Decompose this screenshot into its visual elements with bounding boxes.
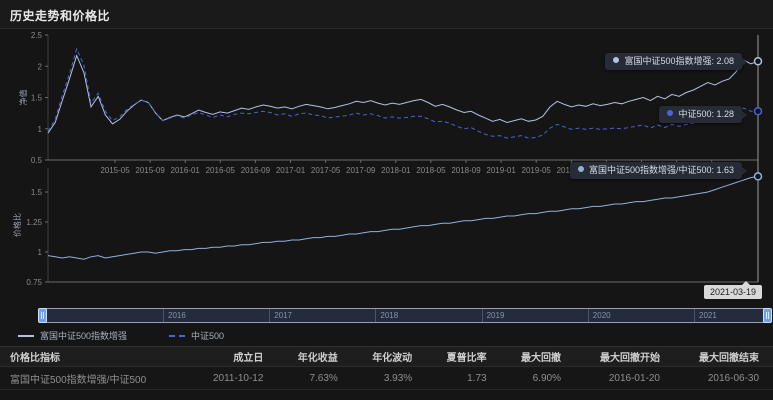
x-tick-label: 2018-01 [381,166,411,175]
table-header-row: 价格比指标 成立日 年化收益 年化波动 夏普比率 最大回撤 最大回撤开始 最大回… [0,346,773,367]
slider-right-handle-icon[interactable] [763,308,772,323]
series-end-marker-icon [755,58,762,65]
series-end-marker-icon [755,108,762,115]
x-tick-label: 2015-05 [100,166,130,175]
y-tick-label: 1.25 [26,218,42,227]
col-header-sharpe: 夏普比率 [416,349,490,364]
date-range-slider[interactable]: 2016 2017 2018 2019 2020 2021 [42,308,768,323]
x-tick-label: 2017-09 [346,166,376,175]
y-axis-title: 净值 [18,90,28,106]
series-line [48,176,758,259]
cell-annual-vol: 3.93% [342,373,416,384]
x-tick-label: 2017-05 [311,166,341,175]
legend-item-benchmark[interactable]: 中证500 [169,329,224,342]
y-tick-label: 1 [38,248,43,257]
ratio-statistics-table: 价格比指标 成立日 年化收益 年化波动 夏普比率 最大回撤 最大回撤开始 最大回… [0,346,773,390]
y-tick-label: 2 [38,62,43,71]
tooltip-fund-text: 富国中证500指数增强: 2.08 [624,56,734,66]
x-tick-label: 2018-09 [451,166,481,175]
x-tick-label: 2016-01 [171,166,201,175]
x-tick-label: 2019-05 [522,166,552,175]
col-header-max-drawdown: 最大回撤 [491,349,565,364]
tooltip-benchmark-text: 中证500: 1.28 [678,109,734,119]
col-header-inception: 成立日 [193,349,267,364]
y-tick-label: 0.75 [26,278,42,287]
dashed-line-swatch-icon [169,335,185,337]
col-header-drawdown-start: 最大回撤开始 [565,349,664,364]
y-tick-label: 1.5 [31,94,43,103]
slider-mark-2020: 2020 [588,309,611,322]
x-tick-label: 2015-09 [135,166,165,175]
cell-max-drawdown: 6.90% [491,373,565,384]
tooltip-ratio-value: 富国中证500指数增强/中证500: 1.63 [570,162,742,179]
cell-drawdown-end: 2016-06-30 [664,373,763,384]
legend-benchmark-label: 中证500 [191,329,224,342]
y-tick-label: 1 [38,125,43,134]
y-tick-label: 2.5 [31,31,43,40]
fund-analysis-panel: 历史走势和价格比 2.521.510.52015-052015-092016-0… [0,0,773,400]
x-tick-label: 2016-05 [206,166,236,175]
y-tick-label: 0.5 [31,156,43,165]
cell-sharpe: 1.73 [416,373,490,384]
col-header-indicator: 价格比指标 [10,349,193,364]
y-axis-title: 价格比 [12,213,22,237]
tooltip-fund-value: 富国中证500指数增强: 2.08 [605,53,742,70]
tooltip-axis-date: 2021-03-19 [704,285,762,299]
solid-line-swatch-icon [18,335,34,337]
legend-item-fund[interactable]: 富国中证500指数增强 [18,329,127,342]
slider-mark-2021: 2021 [694,309,717,322]
tooltip-ratio-text: 富国中证500指数增强/中证500: 1.63 [589,165,734,175]
cell-indicator: 富国中证500指数增强/中证500 [10,371,193,386]
benchmark-series-dot-icon [667,110,673,116]
slider-mark-2019: 2019 [482,309,505,322]
price-history-chart[interactable]: 2.5 2 1.5 1 0.5 2015-05 2015-09 2016-01 2016-05 2… [0,0,773,305]
tooltip-benchmark-value: 中证500: 1.28 [659,106,742,123]
fund-series-dot-icon [613,57,619,63]
slider-mark-2018: 2018 [375,309,398,322]
col-header-annual-return: 年化收益 [267,349,341,364]
cell-annual-return: 7.63% [267,373,341,384]
table-row[interactable]: 富国中证500指数增强/中证500 2011-10-12 7.63% 3.93%… [0,367,773,390]
ratio-series-dot-icon [578,166,584,172]
slider-mark-2017: 2017 [269,309,292,322]
x-tick-label: 2019-01 [486,166,516,175]
cell-inception: 2011-10-12 [193,373,267,384]
slider-left-handle-icon[interactable] [38,308,47,323]
slider-mark-2016: 2016 [163,309,186,322]
series-end-marker-icon [755,173,762,180]
legend-fund-label: 富国中证500指数增强 [40,329,127,342]
chart-legend: 富国中证500指数增强 中证500 [18,329,224,342]
x-tick-label: 2016-09 [241,166,271,175]
y-tick-label: 1.5 [31,188,43,197]
col-header-annual-vol: 年化波动 [342,349,416,364]
x-tick-label: 2018-05 [416,166,446,175]
col-header-drawdown-end: 最大回撤结束 [664,349,763,364]
cell-drawdown-start: 2016-01-20 [565,373,664,384]
x-tick-label: 2017-01 [276,166,306,175]
